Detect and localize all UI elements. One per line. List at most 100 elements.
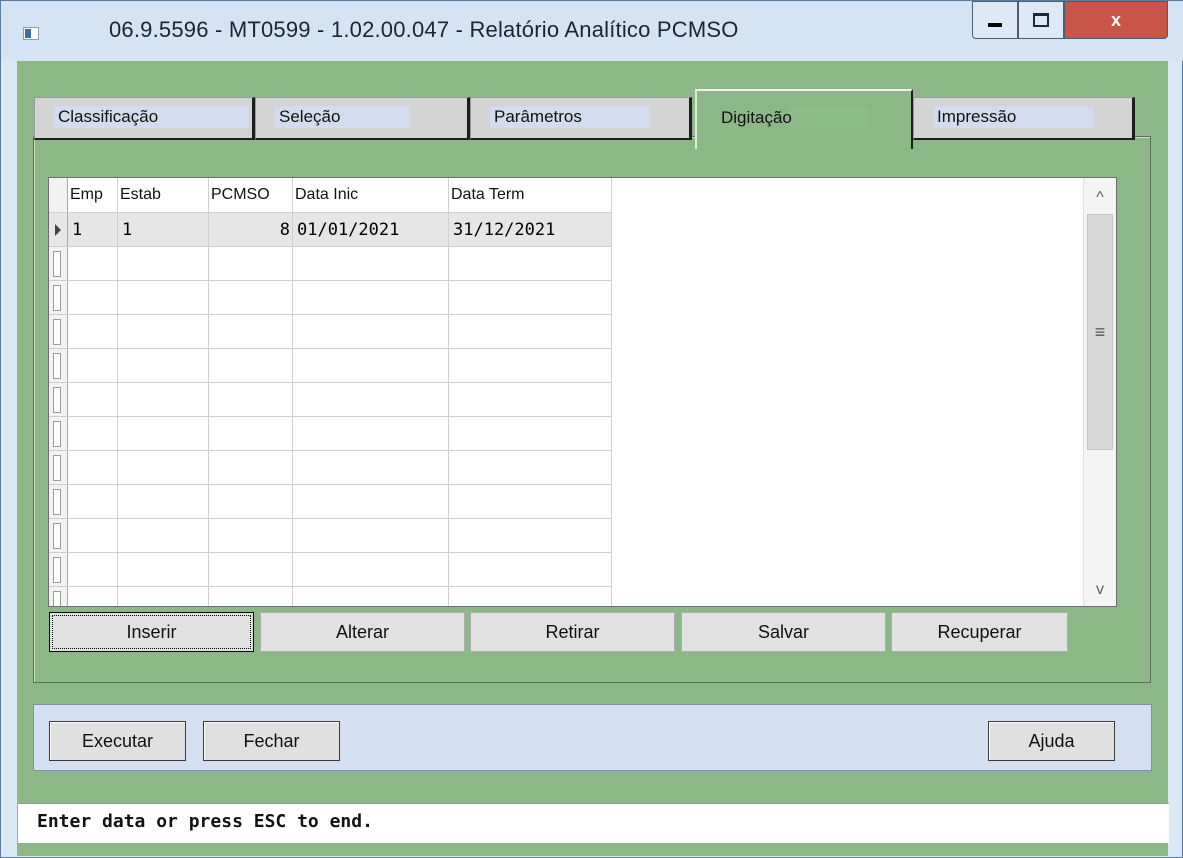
cell[interactable] <box>292 382 449 417</box>
cell[interactable] <box>292 518 449 553</box>
cell[interactable] <box>117 484 209 519</box>
table-row[interactable]: 1 1 8 01/01/2021 31/12/2021 <box>49 212 612 247</box>
column-header-data-term[interactable]: Data Term <box>448 178 612 213</box>
cell-data-term[interactable]: 31/12/2021 <box>448 212 612 247</box>
retirar-button[interactable]: Retirar <box>470 612 675 652</box>
cell[interactable] <box>67 382 118 417</box>
close-button[interactable]: x <box>1064 1 1168 39</box>
maximize-button[interactable] <box>1018 1 1064 39</box>
ajuda-button[interactable]: Ajuda <box>988 721 1115 761</box>
cell[interactable] <box>292 416 449 451</box>
cell[interactable] <box>208 552 293 587</box>
cell[interactable] <box>208 382 293 417</box>
cell[interactable] <box>208 518 293 553</box>
cell[interactable] <box>292 586 449 606</box>
cell[interactable] <box>208 586 293 606</box>
table-row[interactable] <box>49 280 612 315</box>
salvar-button[interactable]: Salvar <box>681 612 886 652</box>
fechar-button[interactable]: Fechar <box>203 721 340 761</box>
cell[interactable] <box>67 348 118 383</box>
cell[interactable] <box>208 280 293 315</box>
scroll-up-icon[interactable]: ^ <box>1084 182 1116 214</box>
column-header-data-inic[interactable]: Data Inic <box>292 178 449 213</box>
table-row[interactable] <box>49 314 612 349</box>
cell[interactable] <box>448 416 612 451</box>
cell[interactable] <box>292 484 449 519</box>
cell[interactable] <box>117 246 209 281</box>
cell[interactable] <box>448 484 612 519</box>
cell[interactable] <box>117 382 209 417</box>
cell[interactable] <box>208 314 293 349</box>
cell-pcmso[interactable]: 8 <box>208 212 293 247</box>
cell[interactable] <box>208 484 293 519</box>
inserir-button[interactable]: Inserir <box>49 612 254 652</box>
cell[interactable] <box>67 416 118 451</box>
cell[interactable] <box>448 552 612 587</box>
tab-classificacao[interactable]: Classificação <box>34 97 255 140</box>
cell[interactable] <box>448 586 612 606</box>
data-grid[interactable]: Emp Estab PCMSO Data Inic Data Term 1 1 … <box>48 177 1117 607</box>
cell[interactable] <box>292 314 449 349</box>
cell[interactable] <box>208 416 293 451</box>
title-bar[interactable]: 06.9.5596 - MT0599 - 1.02.00.047 - Relat… <box>1 1 1183 61</box>
table-row[interactable] <box>49 450 612 485</box>
scroll-thumb[interactable]: ≡ <box>1087 214 1113 450</box>
table-row[interactable] <box>49 518 612 553</box>
cell[interactable] <box>448 280 612 315</box>
cell[interactable] <box>208 246 293 281</box>
grid-vertical-scrollbar[interactable]: ^ ≡ v <box>1083 178 1116 606</box>
cell[interactable] <box>292 552 449 587</box>
column-header-emp[interactable]: Emp <box>67 178 118 213</box>
tab-parametros[interactable]: Parâmetros <box>470 97 692 140</box>
table-row[interactable] <box>49 348 612 383</box>
cell[interactable] <box>117 416 209 451</box>
tab-selecao[interactable]: Seleção <box>255 97 470 140</box>
cell[interactable] <box>448 246 612 281</box>
cell[interactable] <box>448 348 612 383</box>
cell[interactable] <box>292 280 449 315</box>
minimize-button[interactable] <box>972 1 1018 39</box>
executar-button[interactable]: Executar <box>49 721 186 761</box>
cell-data-inic[interactable]: 01/01/2021 <box>292 212 449 247</box>
recuperar-button[interactable]: Recuperar <box>891 612 1068 652</box>
cell[interactable] <box>67 450 118 485</box>
column-header-pcmso[interactable]: PCMSO <box>208 178 293 213</box>
table-row[interactable] <box>49 484 612 519</box>
cell-estab[interactable]: 1 <box>117 212 209 247</box>
scroll-down-icon[interactable]: v <box>1084 574 1116 606</box>
table-row[interactable] <box>49 552 612 587</box>
cell[interactable] <box>448 518 612 553</box>
alterar-button[interactable]: Alterar <box>260 612 465 652</box>
column-header-estab[interactable]: Estab <box>117 178 209 213</box>
cell[interactable] <box>67 314 118 349</box>
table-row[interactable] <box>49 586 612 606</box>
cell[interactable] <box>292 348 449 383</box>
table-row[interactable] <box>49 382 612 417</box>
table-row[interactable] <box>49 246 612 281</box>
cell[interactable] <box>67 246 118 281</box>
cell[interactable] <box>448 382 612 417</box>
cell[interactable] <box>292 246 449 281</box>
cell[interactable] <box>67 280 118 315</box>
cell[interactable] <box>117 280 209 315</box>
cell[interactable] <box>448 314 612 349</box>
cell[interactable] <box>67 484 118 519</box>
cell[interactable] <box>67 518 118 553</box>
tab-impressao[interactable]: Impressão <box>913 97 1135 140</box>
cell[interactable] <box>208 348 293 383</box>
cell[interactable] <box>117 518 209 553</box>
cell[interactable] <box>67 552 118 587</box>
cell[interactable] <box>117 314 209 349</box>
cell[interactable] <box>117 552 209 587</box>
window-app-icon[interactable] <box>23 27 39 40</box>
cell[interactable] <box>292 450 449 485</box>
cell[interactable] <box>117 450 209 485</box>
cell[interactable] <box>117 586 209 606</box>
table-row[interactable] <box>49 416 612 451</box>
cell[interactable] <box>67 586 118 606</box>
cell[interactable] <box>448 450 612 485</box>
cell-emp[interactable]: 1 <box>67 212 118 247</box>
cell[interactable] <box>208 450 293 485</box>
tab-digitacao[interactable]: Digitação <box>695 89 913 149</box>
cell[interactable] <box>117 348 209 383</box>
